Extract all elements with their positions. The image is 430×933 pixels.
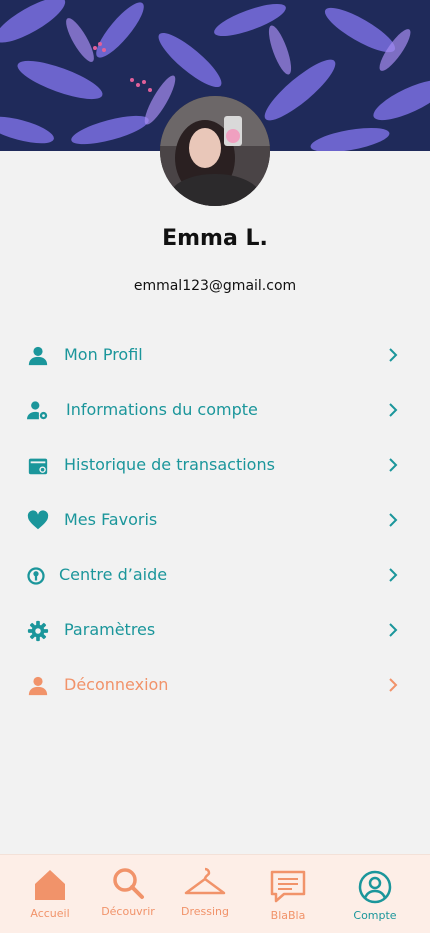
menu-item-mes-favoris[interactable]: Mes Favoris <box>0 493 430 548</box>
menu-item-label: Mes Favoris <box>64 510 158 529</box>
nav-label: Dressing <box>181 905 229 918</box>
heart-icon <box>27 510 49 530</box>
account-icon <box>358 870 392 904</box>
nav-item-compte[interactable]: Compte <box>335 869 415 922</box>
menu-item-parametres[interactable]: Paramètres <box>0 603 430 658</box>
home-icon <box>35 870 65 900</box>
wallet-icon <box>28 458 48 475</box>
nav-item-accueil[interactable]: Accueil <box>10 867 90 920</box>
bottom-nav: Accueil Découvrir Dressing BlaBla Compte <box>0 854 430 933</box>
menu-item-label: Déconnexion <box>64 675 169 694</box>
menu-item-mon-profil[interactable]: Mon Profil <box>0 328 430 383</box>
account-menu: Mon Profil Informations du compte Histor… <box>0 328 430 713</box>
chat-icon <box>270 870 306 903</box>
nav-label: Accueil <box>30 907 70 920</box>
menu-item-label: Paramètres <box>64 620 156 639</box>
profile-email: emmal123@gmail.com <box>133 278 297 294</box>
menu-item-centre-aide[interactable]: Centre d’aide <box>0 548 430 603</box>
menu-item-deconnexion[interactable]: Déconnexion <box>0 658 430 713</box>
help-icon <box>27 567 45 585</box>
person-icon <box>28 346 48 366</box>
person-icon <box>28 676 48 696</box>
gear-icon <box>27 620 49 642</box>
menu-item-label: Mon Profil <box>64 345 143 364</box>
chevron-right-icon <box>389 623 398 637</box>
chevron-right-icon <box>389 458 398 472</box>
profile-photo <box>160 96 270 206</box>
menu-item-label: Informations du compte <box>66 400 258 419</box>
menu-item-label: Historique de transactions <box>64 455 275 474</box>
nav-item-decouvrir[interactable]: Découvrir <box>88 865 168 918</box>
nav-item-dressing[interactable]: Dressing <box>165 865 245 918</box>
avatar[interactable] <box>160 96 270 206</box>
nav-label: BlaBla <box>270 909 306 922</box>
menu-item-informations-compte[interactable]: Informations du compte <box>0 383 430 438</box>
menu-item-historique-transactions[interactable]: Historique de transactions <box>0 438 430 493</box>
chevron-right-icon <box>389 348 398 362</box>
chevron-right-icon <box>389 403 398 417</box>
profile-name: Emma L. <box>162 226 268 251</box>
nav-label: Découvrir <box>101 905 155 918</box>
hanger-icon <box>184 867 226 895</box>
search-icon <box>113 868 144 899</box>
chevron-right-icon <box>389 678 398 692</box>
person-gear-icon <box>27 401 48 420</box>
chevron-right-icon <box>389 513 398 527</box>
nav-item-blabla[interactable]: BlaBla <box>248 869 328 922</box>
menu-item-label: Centre d’aide <box>59 565 168 584</box>
chevron-right-icon <box>389 568 398 582</box>
nav-label: Compte <box>353 909 397 922</box>
